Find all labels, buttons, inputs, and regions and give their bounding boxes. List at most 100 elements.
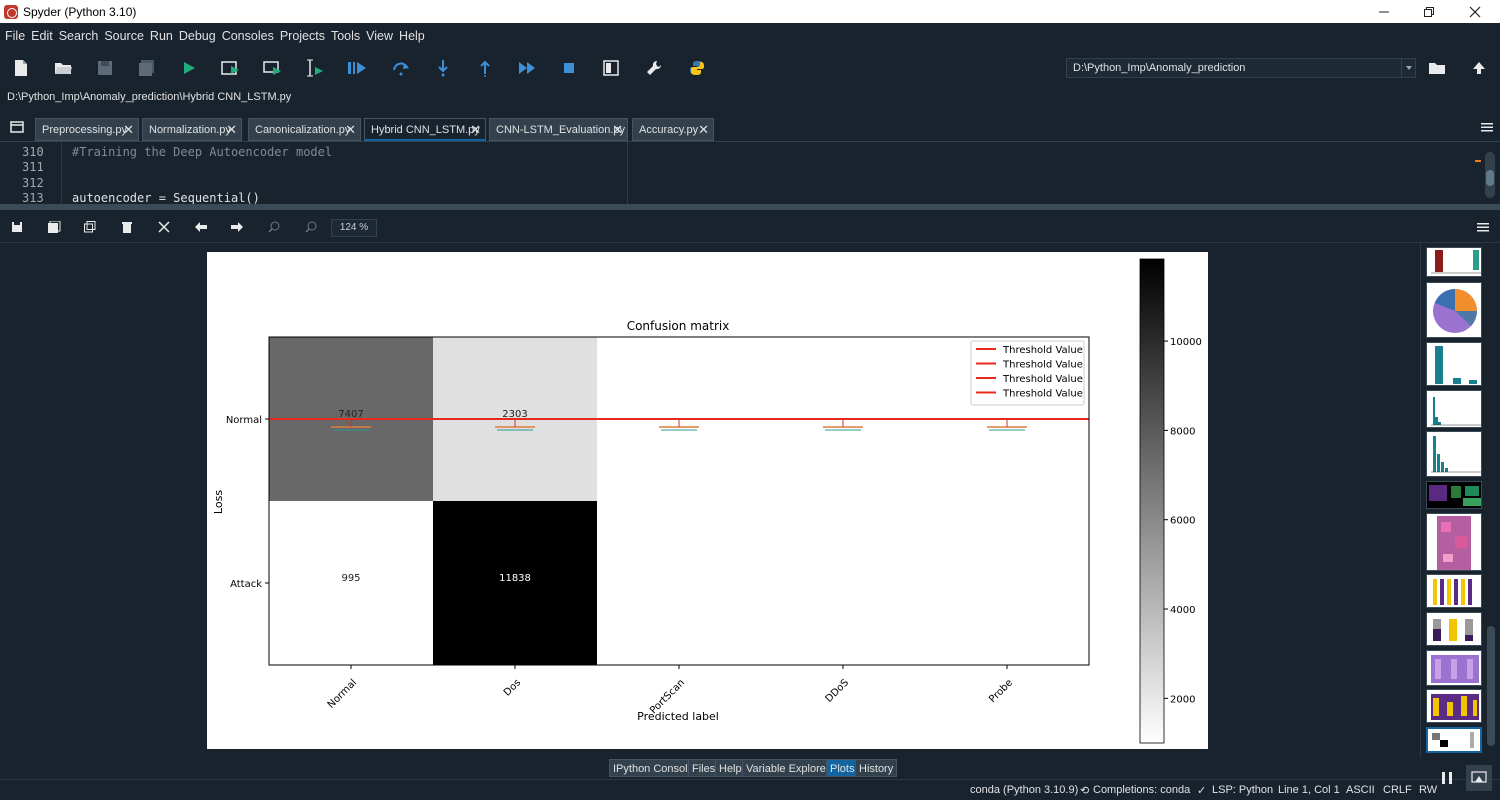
browse-tabs-button[interactable] xyxy=(6,116,28,138)
tab-canonicalization[interactable]: Canonicalization.py ✕ xyxy=(248,118,361,141)
plot-thumbnail[interactable] xyxy=(1426,431,1482,477)
plot-thumbnail[interactable] xyxy=(1426,282,1482,338)
next-plot-button[interactable] xyxy=(229,219,245,235)
tab-history[interactable]: History xyxy=(855,759,898,777)
tab-variable-explorer[interactable]: Variable Explorer xyxy=(742,759,834,777)
remove-plot-button[interactable] xyxy=(119,219,135,235)
plot-thumbnail[interactable] xyxy=(1426,650,1482,686)
plot-thumbnail[interactable] xyxy=(1426,390,1482,428)
run-cell-button[interactable] xyxy=(220,57,242,79)
close-tab-icon[interactable]: ✕ xyxy=(698,122,709,138)
tab-normalization[interactable]: Normalization.py ✕ xyxy=(142,118,242,141)
menu-tools[interactable]: Tools xyxy=(328,29,363,43)
line-number: 310 xyxy=(22,145,44,159)
code-editor[interactable]: 310 311 312 313 #Training the Deep Autoe… xyxy=(0,142,1500,204)
pythonpath-button[interactable] xyxy=(686,57,708,79)
editor-scrollbar-thumb[interactable] xyxy=(1486,170,1494,186)
tab-ipython-console[interactable]: IPython Console xyxy=(609,759,698,777)
save-all-button[interactable] xyxy=(136,57,158,79)
line-number: 311 xyxy=(22,160,44,174)
menu-projects[interactable]: Projects xyxy=(277,29,328,43)
close-tab-icon[interactable]: ✕ xyxy=(123,122,134,138)
menu-search[interactable]: Search xyxy=(56,29,102,43)
debug-button[interactable] xyxy=(346,57,368,79)
browse-directory-button[interactable] xyxy=(1426,57,1448,79)
cell-value-label: 995 xyxy=(341,573,360,584)
close-window-button[interactable] xyxy=(1452,0,1498,23)
menu-consoles[interactable]: Consoles xyxy=(219,29,277,43)
restore-button[interactable] xyxy=(1406,0,1452,23)
plot-thumbnail[interactable] xyxy=(1426,689,1482,723)
plots-options-button[interactable] xyxy=(1475,219,1491,235)
maximize-pane-button[interactable] xyxy=(600,57,622,79)
chevron-down-icon[interactable] xyxy=(1401,59,1415,77)
debug-icon xyxy=(348,62,366,74)
new-file-button[interactable] xyxy=(10,57,32,79)
menu-help[interactable]: Help xyxy=(396,29,428,43)
plot-thumbnail[interactable] xyxy=(1426,342,1482,386)
tab-hybrid-cnn-lstm[interactable]: Hybrid CNN_LSTM.py ✕ xyxy=(364,118,486,141)
tab-label: Canonicalization.py xyxy=(255,124,351,136)
y-axis-label: Loss xyxy=(212,490,225,514)
parent-directory-button[interactable] xyxy=(1468,57,1490,79)
browse-tabs-icon xyxy=(10,121,24,133)
code-line[interactable]: #Training the Deep Autoencoder model xyxy=(72,145,332,159)
save-plot-button[interactable] xyxy=(9,219,25,235)
close-tab-icon[interactable]: ✕ xyxy=(612,122,623,138)
copy-plot-button[interactable] xyxy=(82,219,98,235)
close-tab-icon[interactable]: ✕ xyxy=(345,122,356,138)
close-tab-icon[interactable]: ✕ xyxy=(470,122,481,138)
open-file-button[interactable] xyxy=(52,57,74,79)
plot-thumbnail[interactable] xyxy=(1426,574,1482,608)
hamburger-icon xyxy=(1481,123,1493,132)
screen-button[interactable] xyxy=(1466,765,1492,791)
stop-debug-button[interactable] xyxy=(558,57,580,79)
zoom-out-button[interactable] xyxy=(303,219,319,235)
minimize-button[interactable] xyxy=(1361,0,1407,23)
colorbar-tick-label: 4000 xyxy=(1170,605,1195,616)
stacked-bar-thumbnail-icon xyxy=(1433,579,1472,605)
tab-cnn-lstm-evaluation[interactable]: CNN-LSTM_Evaluation.py ✕ xyxy=(489,118,628,141)
plot-thumbnail[interactable] xyxy=(1426,513,1482,571)
save-file-button[interactable] xyxy=(94,57,116,79)
run-cell-advance-button[interactable] xyxy=(262,57,284,79)
menu-file[interactable]: File xyxy=(2,29,28,43)
tab-plots[interactable]: Plots xyxy=(826,759,859,777)
heatmap-cells: 7407 2303995 11838 xyxy=(269,337,597,665)
confusion-matrix-thumbnail-icon xyxy=(1432,732,1474,748)
run-selection-icon xyxy=(307,59,323,77)
save-all-plots-button[interactable] xyxy=(46,219,62,235)
zoom-in-button[interactable] xyxy=(266,219,282,235)
previous-plot-button[interactable] xyxy=(193,219,209,235)
menu-view[interactable]: View xyxy=(363,29,396,43)
menu-run[interactable]: Run xyxy=(147,29,176,43)
plot-thumbnail[interactable] xyxy=(1426,481,1482,509)
window-title: Spyder (Python 3.10) xyxy=(23,4,137,19)
close-tab-icon[interactable]: ✕ xyxy=(226,122,237,138)
menu-source[interactable]: Source xyxy=(101,29,147,43)
menu-edit[interactable]: Edit xyxy=(28,29,56,43)
plot-thumbnail[interactable] xyxy=(1426,612,1482,646)
plot-thumbnail[interactable] xyxy=(1426,247,1482,277)
x-tick-label: Dos xyxy=(502,677,523,698)
colorbar-tick-label: 8000 xyxy=(1170,426,1195,437)
plot-thumbnail-active[interactable] xyxy=(1426,727,1482,753)
thumbnail-scrollbar[interactable] xyxy=(1487,626,1495,746)
x-axis-label: Predicted label xyxy=(637,710,719,723)
menu-debug[interactable]: Debug xyxy=(176,29,219,43)
step-button[interactable] xyxy=(390,57,412,79)
step-into-button[interactable] xyxy=(432,57,454,79)
code-line[interactable]: autoencoder = Sequential() xyxy=(72,191,260,204)
pause-button[interactable] xyxy=(1434,765,1460,791)
tab-accuracy[interactable]: Accuracy.py ✕ xyxy=(632,118,714,141)
run-selection-button[interactable] xyxy=(304,57,326,79)
run-cell-advance-icon xyxy=(263,61,281,75)
step-return-button[interactable] xyxy=(474,57,496,79)
continue-button[interactable] xyxy=(516,57,538,79)
run-button[interactable] xyxy=(178,57,200,79)
remove-all-plots-button[interactable] xyxy=(156,219,172,235)
preferences-button[interactable] xyxy=(643,57,665,79)
working-directory-combo[interactable]: D:\Python_Imp\Anomaly_prediction xyxy=(1066,58,1416,78)
tab-preprocessing[interactable]: Preprocessing.py ✕ xyxy=(35,118,139,141)
editor-options-button[interactable] xyxy=(1476,116,1498,138)
